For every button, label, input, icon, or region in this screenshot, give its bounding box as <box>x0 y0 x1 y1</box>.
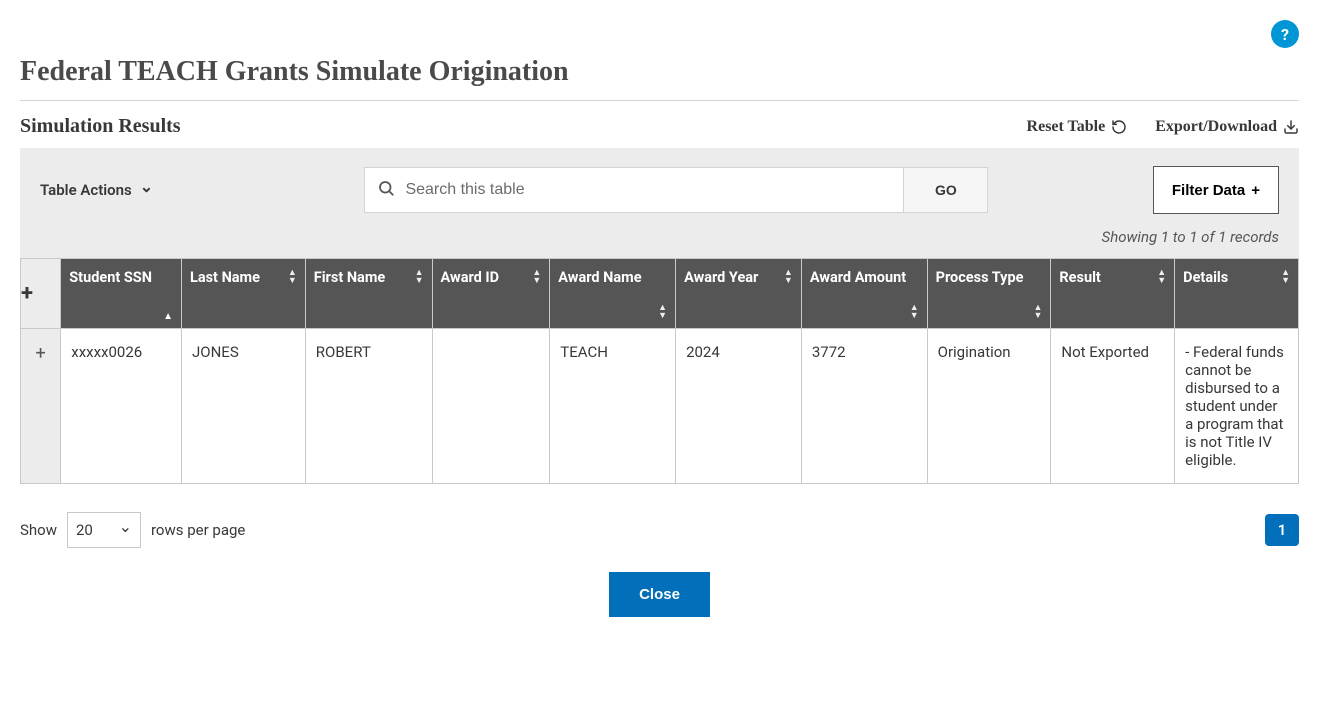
column-label: Award Name <box>558 269 641 288</box>
question-icon: ? <box>1281 25 1289 44</box>
column-header-first-name[interactable]: First Name ▲▼ <box>305 259 432 329</box>
download-icon <box>1283 119 1299 135</box>
column-label: Process Type <box>936 269 1024 288</box>
reset-icon <box>1111 119 1127 135</box>
column-label: Result <box>1059 269 1100 288</box>
chevron-down-icon <box>140 181 153 200</box>
column-label: Award Amount <box>810 269 906 288</box>
show-label: Show <box>20 521 57 539</box>
page-size-select[interactable]: 20 <box>67 512 141 548</box>
sort-icon: ▲▼ <box>910 304 919 320</box>
expand-all-header[interactable]: + <box>21 259 61 329</box>
export-download-button[interactable]: Export/Download <box>1155 118 1299 136</box>
cell-award-amount: 3772 <box>801 329 927 484</box>
search-icon <box>377 179 395 201</box>
cell-last-name: JONES <box>182 329 306 484</box>
expand-row-button[interactable]: + <box>21 329 61 484</box>
cell-award-year: 2024 <box>676 329 802 484</box>
page-number-button[interactable]: 1 <box>1265 514 1299 546</box>
search-input-wrapper <box>364 167 904 213</box>
cell-process-type: Origination <box>927 329 1051 484</box>
column-header-last-name[interactable]: Last Name ▲▼ <box>182 259 306 329</box>
plus-icon: + <box>21 281 33 306</box>
page-title: Federal TEACH Grants Simulate Originatio… <box>20 56 1299 101</box>
column-label: Details <box>1183 269 1228 288</box>
table-header-row: + Student SSN ▲ Last Name ▲▼ First Name … <box>21 259 1299 329</box>
sort-icon: ▲▼ <box>415 269 424 285</box>
column-label: Last Name <box>190 269 260 288</box>
sort-icon: ▲▼ <box>1033 304 1042 320</box>
sort-icon: ▲▼ <box>1157 269 1166 285</box>
close-button[interactable]: Close <box>609 572 710 617</box>
filter-data-button[interactable]: Filter Data + <box>1153 166 1279 214</box>
column-header-result[interactable]: Result ▲▼ <box>1051 259 1175 329</box>
column-header-details[interactable]: Details ▲▼ <box>1175 259 1299 329</box>
sort-asc-icon: ▲ <box>163 311 173 322</box>
sort-icon: ▲▼ <box>1281 269 1290 285</box>
column-label: First Name <box>314 269 385 288</box>
record-count-text: Showing 1 to 1 of 1 records <box>40 228 1279 246</box>
plus-icon: + <box>1251 182 1260 199</box>
sort-icon: ▲▼ <box>784 269 793 285</box>
column-label: Award ID <box>441 269 500 288</box>
column-header-award-amount[interactable]: Award Amount ▲▼ <box>801 259 927 329</box>
reset-table-label: Reset Table <box>1027 118 1106 136</box>
table-actions-label: Table Actions <box>40 181 132 199</box>
search-go-button[interactable]: GO <box>904 167 988 213</box>
cell-first-name: ROBERT <box>305 329 432 484</box>
help-button[interactable]: ? <box>1271 20 1299 48</box>
results-table: + Student SSN ▲ Last Name ▲▼ First Name … <box>20 258 1299 484</box>
table-toolbar: Table Actions GO Filter Data + Showing 1… <box>20 148 1299 258</box>
cell-award-name: TEACH <box>550 329 676 484</box>
chevron-down-icon <box>119 521 132 540</box>
sort-icon: ▲▼ <box>288 269 297 285</box>
cell-result: Not Exported <box>1051 329 1175 484</box>
section-subtitle: Simulation Results <box>20 115 181 138</box>
reset-table-button[interactable]: Reset Table <box>1027 118 1128 136</box>
sort-icon: ▲▼ <box>532 269 541 285</box>
cell-ssn: xxxxx0026 <box>61 329 182 484</box>
column-header-award-name[interactable]: Award Name ▲▼ <box>550 259 676 329</box>
column-label: Student SSN <box>69 269 152 288</box>
column-header-award-id[interactable]: Award ID ▲▼ <box>432 259 550 329</box>
column-header-award-year[interactable]: Award Year ▲▼ <box>676 259 802 329</box>
sort-icon: ▲▼ <box>658 304 667 320</box>
export-download-label: Export/Download <box>1155 118 1277 136</box>
cell-award-id <box>432 329 550 484</box>
page-size-value: 20 <box>76 521 93 539</box>
column-header-process-type[interactable]: Process Type ▲▼ <box>927 259 1051 329</box>
plus-icon: + <box>36 343 46 364</box>
table-row: + xxxxx0026 JONES ROBERT TEACH 2024 3772… <box>21 329 1299 484</box>
table-actions-dropdown[interactable]: Table Actions <box>40 181 200 200</box>
column-label: Award Year <box>684 269 758 288</box>
search-input[interactable] <box>405 181 891 199</box>
filter-data-label: Filter Data <box>1172 182 1245 199</box>
column-header-ssn[interactable]: Student SSN ▲ <box>61 259 182 329</box>
rows-per-page-label: rows per page <box>151 521 245 539</box>
cell-details: - Federal funds cannot be disbursed to a… <box>1175 329 1299 484</box>
